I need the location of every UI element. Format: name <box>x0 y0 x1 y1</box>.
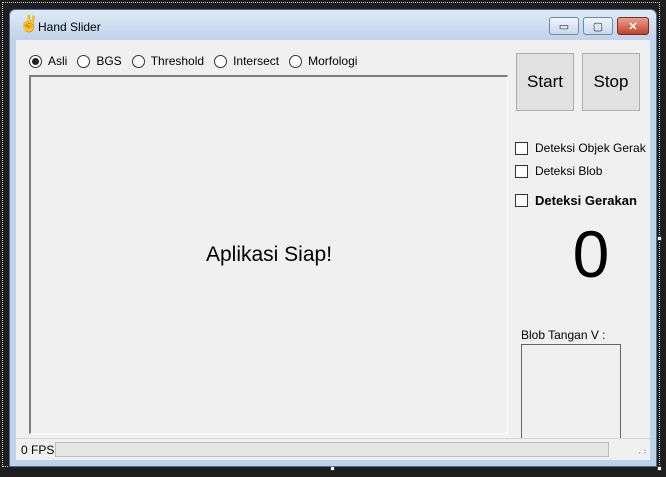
minimize-icon: ▭ <box>558 20 570 33</box>
detect-blob-checkbox[interactable]: Deteksi Blob <box>515 164 602 178</box>
stop-button[interactable]: Stop <box>582 53 640 111</box>
detect-gesture-checkbox[interactable]: Deteksi Gerakan <box>515 193 637 208</box>
radio-button[interactable] <box>29 54 42 68</box>
client-area: Asli BGS Threshold Intersect Morfologi A… <box>16 40 650 460</box>
main-window: ✌ Hand Slider ▭ ▢ ✕ Asli BGS Threshold I… <box>9 9 657 467</box>
video-display-panel: Aplikasi Siap! <box>29 75 508 434</box>
checkbox[interactable] <box>515 164 528 178</box>
radio-label: Intersect <box>233 54 280 68</box>
maximize-button[interactable]: ▢ <box>583 17 613 35</box>
checkbox-label: Deteksi Objek Gerak <box>535 141 646 155</box>
title-bar[interactable]: ✌ Hand Slider ▭ ▢ ✕ <box>10 10 656 40</box>
radio-label: Asli <box>48 54 68 68</box>
close-icon: ✕ <box>628 20 638 33</box>
checkbox[interactable] <box>515 141 528 155</box>
radio-intersect[interactable]: Intersect <box>214 54 279 68</box>
radio-threshold[interactable]: Threshold <box>131 54 205 68</box>
maximize-icon: ▢ <box>592 20 604 33</box>
radio-label: BGS <box>96 54 122 68</box>
size-grip-icon[interactable]: ⠠⠰ <box>635 446 647 457</box>
blob-panel-label: Blob Tangan V : <box>521 328 606 342</box>
radio-button[interactable] <box>289 54 303 68</box>
start-button[interactable]: Start <box>516 53 574 111</box>
radio-morfologi[interactable]: Morfologi <box>289 54 357 68</box>
status-bar: 0 FPS ⠠⠰ <box>16 438 650 460</box>
radio-button[interactable] <box>131 54 145 68</box>
resize-handle-corner[interactable] <box>657 466 662 471</box>
window-title: Hand Slider <box>38 20 101 34</box>
radio-button[interactable] <box>214 54 228 68</box>
checkbox[interactable] <box>515 194 528 207</box>
fps-label: 0 FPS <box>21 443 55 457</box>
radio-button[interactable] <box>77 54 91 68</box>
checkbox-label: Deteksi Gerakan <box>535 193 637 208</box>
minimize-button[interactable]: ▭ <box>549 17 579 35</box>
radio-bgs[interactable]: BGS <box>77 54 122 68</box>
radio-label: Threshold <box>150 54 205 68</box>
radio-label: Morfologi <box>308 54 358 68</box>
detect-object-motion-checkbox[interactable]: Deteksi Objek Gerak <box>515 141 646 155</box>
close-button[interactable]: ✕ <box>617 17 649 35</box>
progress-bar <box>55 442 609 457</box>
radio-asli[interactable]: Asli <box>29 54 67 68</box>
checkbox-label: Deteksi Blob <box>535 164 603 178</box>
resize-handle-right[interactable] <box>657 236 662 241</box>
victory-hand-icon: ✌ <box>19 16 39 33</box>
blob-preview-box <box>521 344 621 444</box>
gesture-counter: 0 <box>572 217 610 291</box>
status-message: Aplikasi Siap! <box>205 243 333 266</box>
radio-selected-dot <box>32 57 39 65</box>
view-mode-radio-group: Asli BGS Threshold Intersect Morfologi <box>29 53 367 69</box>
